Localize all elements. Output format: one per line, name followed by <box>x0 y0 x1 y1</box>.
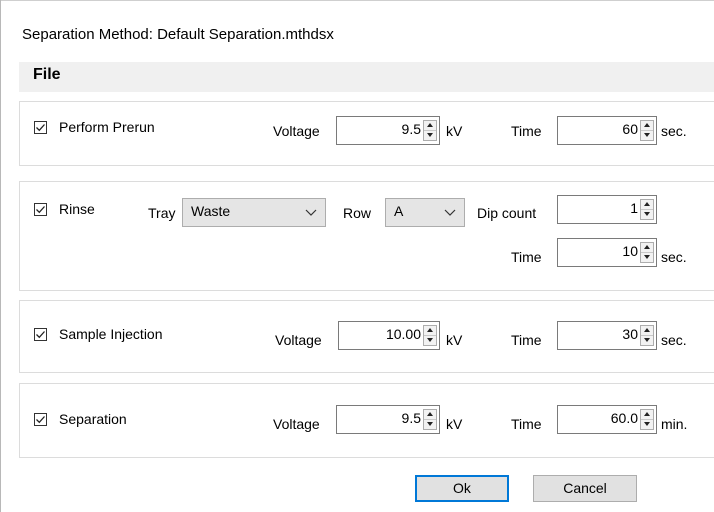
prerun-voltage-unit: kV <box>446 123 463 139</box>
separation-time-unit: min. <box>661 416 688 432</box>
rinse-dip-input[interactable]: 1 <box>557 195 657 224</box>
prerun-checkbox[interactable] <box>34 121 47 134</box>
rinse-tray-label: Tray <box>148 205 176 221</box>
separation-voltage-spinner[interactable] <box>423 409 437 430</box>
menu-bar <box>19 62 714 92</box>
injection-voltage-value: 10.00 <box>385 326 421 342</box>
rinse-tray-value: Waste <box>191 203 231 219</box>
arrow-up-icon <box>427 412 433 416</box>
rinse-time-label: Time <box>511 249 542 265</box>
injection-time-input[interactable]: 30 <box>557 321 657 350</box>
rinse-time-value: 10 <box>622 243 638 259</box>
chevron-down-icon <box>444 209 456 216</box>
separation-time-input[interactable]: 60.0 <box>557 405 657 434</box>
prerun-time-spinner[interactable] <box>640 120 654 141</box>
prerun-voltage-input[interactable]: 9.5 <box>336 116 440 145</box>
rinse-row-value: A <box>394 203 404 219</box>
rinse-tray-select[interactable]: Waste <box>182 198 326 227</box>
rinse-label[interactable]: Rinse <box>59 201 95 217</box>
separation-voltage-label: Voltage <box>273 416 320 432</box>
ok-button[interactable]: Ok <box>415 475 509 502</box>
arrow-up-icon <box>644 412 650 416</box>
arrow-up-icon <box>644 123 650 127</box>
arrow-down-icon <box>644 255 650 259</box>
rinse-dip-label: Dip count <box>477 205 537 221</box>
prerun-time-value: 60 <box>622 121 638 137</box>
arrow-down-icon <box>427 133 433 137</box>
rinse-time-input[interactable]: 10 <box>557 238 657 267</box>
window-title: Separation Method: Default Separation.mt… <box>22 26 334 43</box>
rinse-time-unit: sec. <box>661 249 687 265</box>
prerun-time-unit: sec. <box>661 123 687 139</box>
arrow-up-icon <box>644 202 650 206</box>
check-icon <box>36 124 45 132</box>
arrow-down-icon <box>427 338 433 342</box>
prerun-voltage-spinner[interactable] <box>423 120 437 141</box>
prerun-time-label: Time <box>511 123 542 139</box>
prerun-voltage-label: Voltage <box>273 123 320 139</box>
injection-time-unit: sec. <box>661 332 687 348</box>
chevron-down-icon <box>305 209 317 216</box>
check-icon <box>36 416 45 424</box>
rinse-checkbox[interactable] <box>34 203 47 216</box>
arrow-down-icon <box>644 212 650 216</box>
arrow-down-icon <box>427 422 433 426</box>
injection-voltage-unit: kV <box>446 332 463 348</box>
rinse-row-select[interactable]: A <box>385 198 465 227</box>
separation-voltage-input[interactable]: 9.5 <box>336 405 440 434</box>
rinse-row-label: Row <box>343 205 372 221</box>
injection-voltage-label: Voltage <box>275 332 322 348</box>
check-icon <box>36 331 45 339</box>
arrow-up-icon <box>644 328 650 332</box>
injection-checkbox[interactable] <box>34 328 47 341</box>
separation-checkbox[interactable] <box>34 413 47 426</box>
separation-label[interactable]: Separation <box>59 411 127 427</box>
cancel-button[interactable]: Cancel <box>533 475 637 502</box>
injection-label[interactable]: Sample Injection <box>59 326 163 342</box>
rinse-time-spinner[interactable] <box>640 242 654 263</box>
check-icon <box>36 206 45 214</box>
window-top-border <box>0 0 714 1</box>
arrow-up-icon <box>427 328 433 332</box>
arrow-up-icon <box>427 123 433 127</box>
arrow-down-icon <box>644 133 650 137</box>
arrow-down-icon <box>644 338 650 342</box>
rinse-dip-value: 1 <box>630 200 638 216</box>
injection-time-label: Time <box>511 332 542 348</box>
injection-voltage-spinner[interactable] <box>423 325 437 346</box>
rinse-dip-spinner[interactable] <box>640 199 654 220</box>
separation-time-spinner[interactable] <box>640 409 654 430</box>
menu-file[interactable]: File <box>33 66 61 84</box>
injection-time-spinner[interactable] <box>640 325 654 346</box>
window-left-border <box>0 0 1 512</box>
prerun-voltage-value: 9.5 <box>401 121 421 137</box>
injection-voltage-input[interactable]: 10.00 <box>338 321 440 350</box>
separation-time-label: Time <box>511 416 542 432</box>
arrow-down-icon <box>644 422 650 426</box>
prerun-time-input[interactable]: 60 <box>557 116 657 145</box>
separation-voltage-unit: kV <box>446 416 463 432</box>
separation-voltage-value: 9.5 <box>401 410 421 426</box>
arrow-up-icon <box>644 245 650 249</box>
prerun-label[interactable]: Perform Prerun <box>59 119 155 135</box>
injection-time-value: 30 <box>622 326 638 342</box>
separation-time-value: 60.0 <box>610 410 638 426</box>
